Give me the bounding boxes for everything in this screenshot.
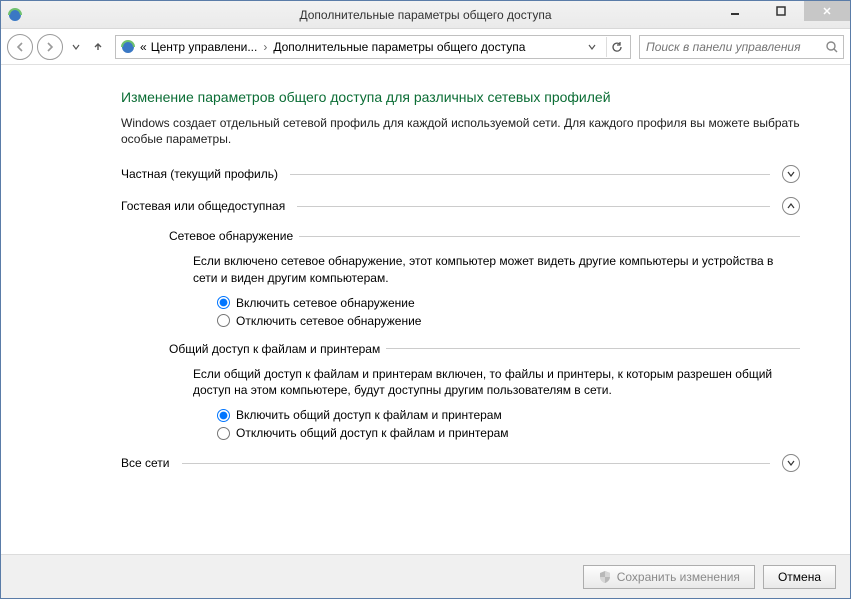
radio-sharing-on[interactable]: Включить общий доступ к файлам и принтер…: [217, 408, 800, 422]
radio-input[interactable]: [217, 296, 230, 309]
minimize-button[interactable]: [712, 1, 758, 21]
section-header[interactable]: Все сети: [121, 454, 800, 472]
content-area: Изменение параметров общего доступа для …: [1, 65, 850, 554]
group-description: Если включено сетевое обнаружение, этот …: [193, 253, 800, 285]
section-label: Частная (текущий профиль): [121, 167, 278, 181]
chevron-down-icon[interactable]: [782, 165, 800, 183]
radio-input[interactable]: [217, 409, 230, 422]
section-all-networks: Все сети: [121, 454, 800, 472]
section-label: Гостевая или общедоступная: [121, 199, 285, 213]
chevron-up-icon[interactable]: [782, 197, 800, 215]
group-title: Сетевое обнаружение: [169, 229, 293, 243]
page-heading: Изменение параметров общего доступа для …: [121, 89, 800, 105]
section-label: Все сети: [121, 456, 170, 470]
breadcrumb-item[interactable]: Центр управлени...: [151, 40, 258, 54]
window-buttons: [712, 1, 850, 21]
breadcrumb-prefix: «: [140, 40, 147, 54]
radio-discovery-on[interactable]: Включить сетевое обнаружение: [217, 296, 800, 310]
address-dropdown[interactable]: [582, 37, 602, 57]
search-box[interactable]: [639, 35, 844, 59]
section-header[interactable]: Частная (текущий профиль): [121, 165, 800, 183]
page-description: Windows создает отдельный сетевой профил…: [121, 115, 800, 147]
close-button[interactable]: [804, 1, 850, 21]
radio-input[interactable]: [217, 427, 230, 440]
group-description: Если общий доступ к файлам и принтерам в…: [193, 366, 800, 398]
address-bar[interactable]: « Центр управлени... › Дополнительные па…: [115, 35, 631, 59]
up-button[interactable]: [89, 36, 107, 58]
group-network-discovery: Сетевое обнаружение Если включено сетево…: [169, 229, 800, 327]
shield-icon: [598, 570, 612, 584]
window: Дополнительные параметры общего доступа: [0, 0, 851, 599]
radio-discovery-off[interactable]: Отключить сетевое обнаружение: [217, 314, 800, 328]
breadcrumb-separator-icon: ›: [261, 40, 269, 54]
maximize-button[interactable]: [758, 1, 804, 21]
group-title: Общий доступ к файлам и принтерам: [169, 342, 380, 356]
radio-sharing-off[interactable]: Отключить общий доступ к файлам и принте…: [217, 426, 800, 440]
network-icon: [120, 39, 136, 55]
search-icon: [825, 40, 839, 54]
save-button: Сохранить изменения: [583, 565, 755, 589]
refresh-button[interactable]: [606, 37, 626, 57]
cancel-button[interactable]: Отмена: [763, 565, 836, 589]
titlebar: Дополнительные параметры общего доступа: [1, 1, 850, 29]
breadcrumb-item[interactable]: Дополнительные параметры общего доступа: [273, 40, 525, 54]
section-header[interactable]: Гостевая или общедоступная: [121, 197, 800, 215]
app-icon: [7, 7, 23, 23]
recent-dropdown[interactable]: [67, 36, 85, 58]
navigation-bar: « Центр управлени... › Дополнительные па…: [1, 29, 850, 65]
forward-button[interactable]: [37, 34, 63, 60]
section-private: Частная (текущий профиль): [121, 165, 800, 183]
footer: Сохранить изменения Отмена: [1, 554, 850, 598]
back-button[interactable]: [7, 34, 33, 60]
chevron-down-icon[interactable]: [782, 454, 800, 472]
group-file-printer-sharing: Общий доступ к файлам и принтерам Если о…: [169, 342, 800, 440]
search-input[interactable]: [644, 39, 825, 55]
section-guest: Гостевая или общедоступная Сетевое обнар…: [121, 197, 800, 440]
radio-input[interactable]: [217, 314, 230, 327]
